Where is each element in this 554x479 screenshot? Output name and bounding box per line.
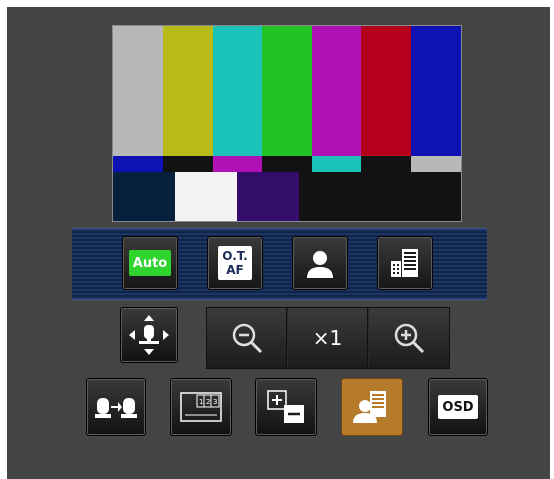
ot-af-button[interactable]: O.T. AF [207,236,263,290]
color-bar-segment [113,156,163,172]
building-button[interactable] [377,236,433,290]
color-bar-segment [411,156,461,172]
plus-minus-icon [267,390,304,423]
color-bar-segment [213,156,262,172]
ot-af-label: O.T. AF [218,246,252,280]
color-bars-main [113,26,461,156]
color-bar-segment [175,172,237,221]
color-bar-segment [411,172,436,221]
color-bar-segment [312,26,361,156]
color-bar-segment [213,26,262,156]
color-bar-segment [262,156,312,172]
ot-af-line1: O.T. [222,249,248,263]
osd-button[interactable]: OSD [428,378,488,436]
person-button[interactable] [292,236,348,290]
auto-label: Auto [129,250,171,276]
pan-tilt-button[interactable] [120,307,178,363]
color-bars-low [113,172,461,221]
building-icon [391,249,418,277]
zoom-level-display: ×1 [288,308,368,368]
camera-transfer-button[interactable] [86,378,146,436]
split-screen-button[interactable]: 1 2 3 [170,378,232,436]
camera-preview [112,25,462,222]
auto-button[interactable]: Auto [122,236,178,290]
color-bar-segment [113,172,175,221]
osd-label: OSD [438,395,478,419]
plus-minus-button[interactable] [255,378,317,436]
svg-text:1: 1 [199,398,203,406]
person-icon [307,251,333,278]
color-bar-segment [411,26,461,156]
zoom-level-label: ×1 [312,326,343,350]
color-bar-segment [361,26,411,156]
color-bar-segment [262,26,312,156]
pan-tilt-icon [129,315,169,355]
color-bars-mid [113,156,461,172]
camera-transfer-icon [95,398,137,418]
person-scene-icon [353,391,386,423]
color-bar-segment [113,26,163,156]
color-bar-segment [299,172,361,221]
zoom-out-button[interactable] [207,308,287,368]
svg-text:2: 2 [206,398,210,406]
color-bar-segment [361,172,411,221]
person-scene-button[interactable] [341,378,403,436]
color-bar-segment [163,26,213,156]
camera-control-app: Auto O.T. AF ×1 1 2 3 OSD [0,0,554,479]
color-bar-segment [163,156,213,172]
ot-af-line2: AF [226,263,244,277]
zoom-in-button[interactable] [369,308,449,368]
zoom-control: ×1 [206,307,450,369]
zoom-in-icon [394,323,425,354]
color-bar-segment [436,172,461,221]
camera-mode-toolbar: Auto O.T. AF [72,228,487,300]
svg-text:3: 3 [213,398,217,406]
color-bar-segment [237,172,299,221]
color-bar-segment [312,156,361,172]
split-screen-icon: 1 2 3 [180,392,222,422]
color-bar-segment [361,156,411,172]
zoom-out-icon [232,323,262,354]
